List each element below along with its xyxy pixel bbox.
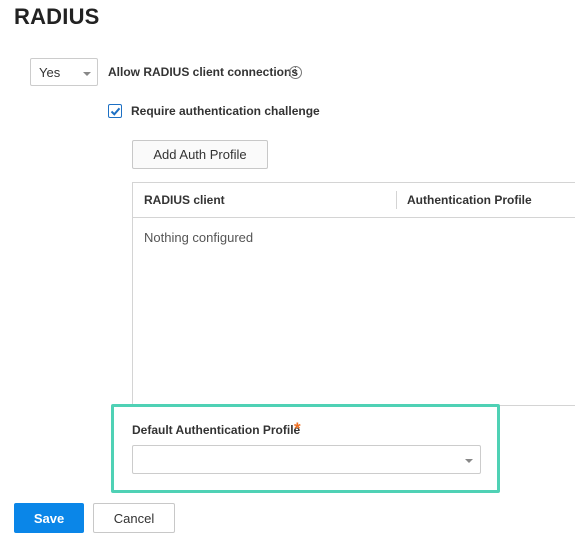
auth-profiles-table: RADIUS client Authentication Profile Not… xyxy=(132,182,575,406)
required-indicator: * xyxy=(294,419,301,438)
column-header-radius-client[interactable]: RADIUS client xyxy=(144,193,225,207)
column-divider[interactable] xyxy=(396,191,397,209)
chevron-down-icon xyxy=(465,459,473,463)
save-button[interactable]: Save xyxy=(14,503,84,533)
default-auth-profile-label: Default Authentication Profile xyxy=(132,423,301,437)
default-auth-profile-select[interactable] xyxy=(132,445,481,474)
page-title: RADIUS xyxy=(14,4,100,29)
chevron-down-icon xyxy=(83,72,91,76)
radius-settings-page: RADIUS Yes Allow RADIUS client connectio… xyxy=(0,0,575,545)
empty-table-message: Nothing configured xyxy=(144,230,254,245)
checkmark-icon xyxy=(110,107,121,116)
add-auth-profile-button[interactable]: Add Auth Profile xyxy=(132,140,268,169)
table-header: RADIUS client Authentication Profile xyxy=(133,183,575,218)
allow-connections-label: Allow RADIUS client connections xyxy=(108,65,299,79)
require-challenge-label: Require authentication challenge xyxy=(131,104,320,118)
allow-connections-select[interactable]: Yes xyxy=(30,58,98,86)
allow-connections-select-value: Yes xyxy=(39,65,61,80)
require-challenge-checkbox[interactable] xyxy=(108,104,122,118)
info-circle-icon[interactable]: i xyxy=(289,66,302,79)
cancel-button[interactable]: Cancel xyxy=(93,503,175,533)
column-header-authentication-profile[interactable]: Authentication Profile xyxy=(407,193,532,207)
